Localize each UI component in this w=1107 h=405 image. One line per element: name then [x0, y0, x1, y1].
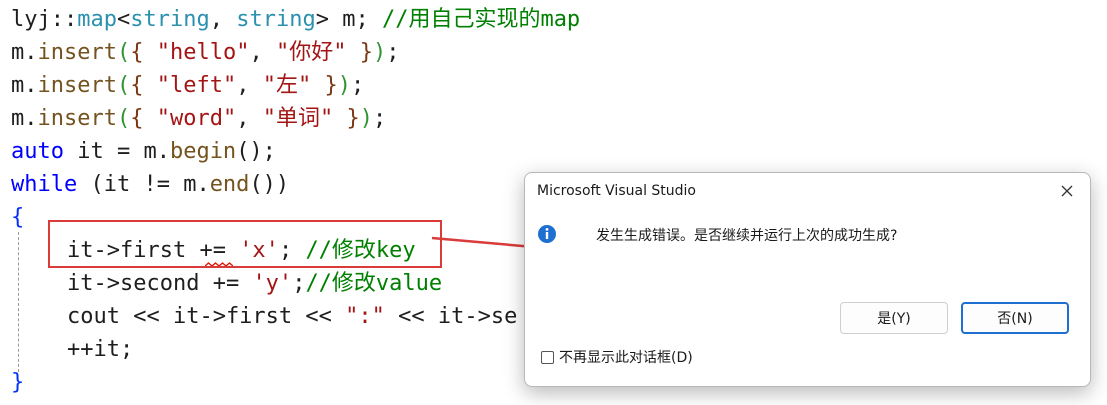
close-icon[interactable] [1050, 177, 1084, 205]
code-line-9: it->second += 'y';//修改value [67, 271, 443, 296]
code-line-12: } [11, 370, 25, 395]
code-line-4: m.insert({ "word", "单词" }); [11, 106, 387, 131]
dont-show-checkbox[interactable] [541, 350, 554, 364]
indent-guide [18, 232, 19, 372]
dont-show-again[interactable]: 不再显示此对话框(D) [541, 347, 693, 367]
code-line-10: cout << it->first << ":" << it->se [67, 304, 518, 329]
vs-dialog: Microsoft Visual Studio 发生生成错误。是否继续并运行上次… [524, 172, 1091, 387]
code-line-6: while (it != m.end()) [11, 172, 290, 197]
no-button[interactable]: 否(N) [961, 302, 1069, 334]
annotation-highlight-box [48, 220, 442, 268]
code-line-11: ++it; [67, 337, 134, 362]
code-line-3: m.insert({ "left", "左" }); [11, 73, 365, 98]
info-icon [538, 225, 556, 243]
code-line-7: { [11, 205, 25, 230]
code-line-5: auto it = m.begin(); [11, 139, 276, 164]
yes-button[interactable]: 是(Y) [840, 302, 948, 334]
code-line-1: lyj::map<string, string> m; //用自己实现的map [11, 7, 581, 32]
dialog-title: Microsoft Visual Studio [537, 183, 696, 199]
dont-show-label: 不再显示此对话框(D) [559, 350, 693, 366]
code-line-2: m.insert({ "hello", "你好" }); [11, 40, 400, 65]
dialog-message: 发生生成错误。是否继续并运行上次的成功生成? [596, 228, 898, 244]
